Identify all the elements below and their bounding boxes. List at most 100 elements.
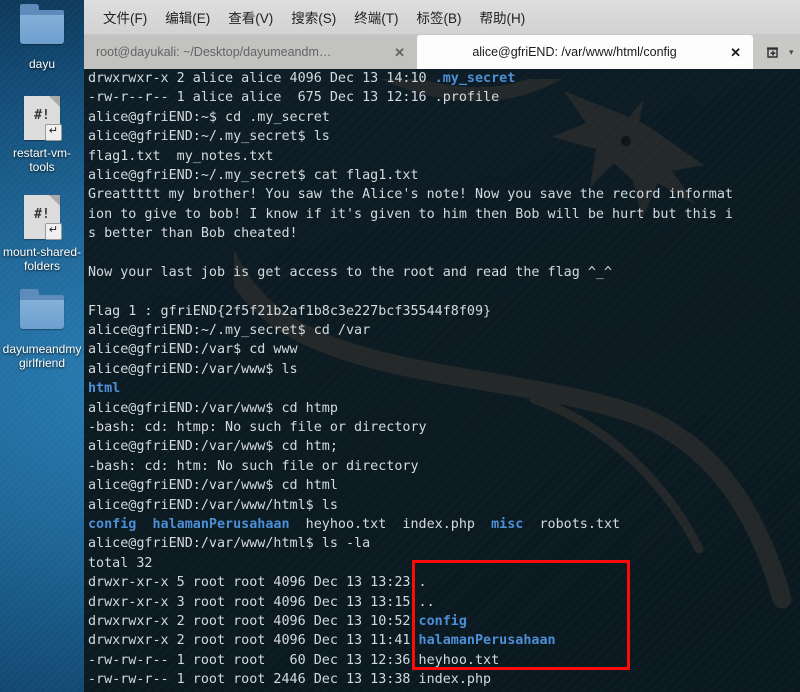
terminal-line: Flag 1 : gfriEND{2f5f21b2af1b8c3e227bcf3… xyxy=(88,302,800,321)
terminal-span: html xyxy=(88,381,121,397)
terminal-tab-0[interactable]: root@dayukali: ~/Desktop/dayumeandm… ✕ xyxy=(84,35,417,69)
menu-item-5[interactable]: 标签(B) xyxy=(408,5,471,29)
menu-bar: 文件(F) 编辑(E) 查看(V) 搜索(S) 终端(T) 标签(B) 帮助(H) xyxy=(84,0,800,34)
menu-item-4[interactable]: 终端(T) xyxy=(345,5,407,29)
terminal-line: alice@gfriEND:/var/www$ cd html xyxy=(88,476,800,495)
tab-title: alice@gfriEND: /var/www/html/config xyxy=(472,45,677,59)
script-file-shape: #! ↵ xyxy=(24,195,62,240)
terminal-span: alice@gfriEND:/var/www$ ls xyxy=(88,361,298,377)
terminal-span: alice@gfriEND:/var/www/html$ ls -la xyxy=(88,536,371,552)
terminal-span: alice@gfriEND:/var/www$ cd htmp xyxy=(88,400,338,416)
menu-item-2[interactable]: 查看(V) xyxy=(219,5,282,29)
desktop-icon-label: mount-shared-folders xyxy=(2,245,82,273)
terminal-line: drwxrwxr-x 2 root root 4096 Dec 13 11:41… xyxy=(88,631,800,650)
terminal-line: alice@gfriEND:/var/www/html$ ls -la xyxy=(88,534,800,553)
shell-script-icon: #! ↵ xyxy=(16,192,68,242)
desktop-icon-label: dayumeandmygirlfriend xyxy=(2,342,82,370)
terminal-span: -rw-rw-r-- 1 root root 2446 Dec 13 13:38… xyxy=(88,672,492,688)
terminal-span: s better than Bob cheated! xyxy=(88,226,298,242)
chevron-down-icon[interactable]: ▾ xyxy=(789,47,794,58)
terminal-span: halamanPerusahaan xyxy=(418,633,556,649)
terminal-line: alice@gfriEND:~/.my_secret$ cd /var xyxy=(88,321,800,340)
terminal-window: 文件(F) 编辑(E) 查看(V) 搜索(S) 终端(T) 标签(B) 帮助(H) root… xyxy=(84,0,800,692)
terminal-span: alice@gfriEND:/var/www$ cd htm; xyxy=(88,439,338,455)
menu-item-6[interactable]: 帮助(H) xyxy=(471,5,535,29)
desktop-icon-label: restart-vm-tools xyxy=(13,146,71,174)
desktop-icon-label: dayu xyxy=(28,57,56,71)
folder-icon xyxy=(16,4,68,54)
desktop-background: dayu #! ↵ restart-vm-tools #! ↵ mount-shared-f… xyxy=(0,0,800,692)
terminal-span: halamanPerusahaan xyxy=(152,516,290,532)
terminal-span: -rw-rw-r-- 1 root root 60 Dec 13 12:36 h… xyxy=(88,652,500,668)
folder-icon xyxy=(16,289,68,339)
terminal-line: alice@gfriEND:/var/www$ ls xyxy=(88,360,800,379)
terminal-line: alice@gfriEND:~/.my_secret$ cat flag1.tx… xyxy=(88,166,800,185)
terminal-span: ion to give to bob! I know if it's given… xyxy=(88,206,733,222)
terminal-line: drwxrwxr-x 2 root root 4096 Dec 13 10:52… xyxy=(88,612,800,631)
terminal-line: drwxr-xr-x 3 root root 4096 Dec 13 13:15… xyxy=(88,593,800,612)
close-icon[interactable]: ✕ xyxy=(730,46,741,59)
terminal-span xyxy=(136,517,152,532)
terminal-line: alice@gfriEND:~/.my_secret$ ls xyxy=(88,127,800,146)
hashbang-glyph: #! xyxy=(34,207,50,222)
terminal-span: config xyxy=(418,613,467,629)
terminal-line: html xyxy=(88,379,800,398)
terminal-line: alice@gfriEND:/var/www$ cd htm; xyxy=(88,437,800,456)
terminal-span: drwxr-xr-x 5 root root 4096 Dec 13 13:23… xyxy=(88,575,427,591)
terminal-span: drwxrwxr-x 2 alice alice 4096 Dec 13 14:… xyxy=(88,71,435,86)
desktop-icon-dayumeandmygirlfriend[interactable]: dayumeandmygirlfriend xyxy=(0,289,84,370)
terminal-span: -bash: cd: htmp: No such file or directo… xyxy=(88,420,427,436)
terminal-span: alice@gfriEND:~/.my_secret$ cd /var xyxy=(88,323,371,339)
terminal-line: alice@gfriEND:/var/www$ cd htmp xyxy=(88,399,800,418)
terminal-line: drwxr-xr-x 5 root root 4096 Dec 13 13:23… xyxy=(88,573,800,592)
menu-item-0[interactable]: 文件(F) xyxy=(94,5,156,29)
desktop-icon-restart-vm-tools[interactable]: #! ↵ restart-vm-tools xyxy=(0,93,84,174)
terminal-line: alice@gfriEND:~$ cd .my_secret xyxy=(88,108,800,127)
terminal-line: drwxrwxr-x 2 alice alice 4096 Dec 13 14:… xyxy=(88,69,800,88)
terminal-line: Greattttt my brother! You saw the Alice'… xyxy=(88,185,800,204)
desktop-icon-mount-shared-folders[interactable]: #! ↵ mount-shared-folders xyxy=(0,192,84,273)
terminal-span: robots.txt xyxy=(523,516,621,532)
terminal-span: misc xyxy=(491,516,524,532)
terminal-line: flag1.txt my_notes.txt xyxy=(88,147,800,166)
terminal-span: alice@gfriEND:~$ cd .my_secret xyxy=(88,109,330,125)
terminal-span: Flag 1 : gfriEND{2f5f21b2af1b8c3e227bcf3… xyxy=(88,303,492,319)
terminal-text: drwxrwxr-x 2 alice alice 4096 Dec 13 14:… xyxy=(88,69,800,692)
terminal-line: -rw-rw-r-- 1 root root 60 Dec 13 12:36 h… xyxy=(88,651,800,670)
terminal-span: drwxr-xr-x 3 root root 4096 Dec 13 13:15… xyxy=(88,594,435,610)
terminal-line: -bash: cd: htm: No such file or director… xyxy=(88,457,800,476)
terminal-span: alice@gfriEND:~/.my_secret$ ls xyxy=(88,129,330,145)
terminal-span: alice@gfriEND:/var/www/html$ ls xyxy=(88,497,338,513)
terminal-span: alice@gfriEND:~/.my_secret$ cat flag1.tx… xyxy=(88,167,419,183)
terminal-line: alice@gfriEND:/var$ cd www xyxy=(88,340,800,359)
terminal-tab-1[interactable]: alice@gfriEND: /var/www/html/config ✕ xyxy=(417,35,753,69)
new-tab-icon[interactable] xyxy=(761,41,783,63)
terminal-span: flag1.txt my_notes.txt xyxy=(88,148,274,164)
terminal-span: drwxrwxr-x 2 root root 4096 Dec 13 10:52 xyxy=(88,613,419,629)
menu-item-3[interactable]: 搜索(S) xyxy=(282,5,345,29)
terminal-line: -rw-r--r-- 1 alice alice 675 Dec 13 12:1… xyxy=(88,88,800,107)
terminal-span: alice@gfriEND:/var$ cd www xyxy=(88,342,298,358)
desktop-icon-column: dayu #! ↵ restart-vm-tools #! ↵ mount-shared-f… xyxy=(0,0,84,692)
tab-title: root@dayukali: ~/Desktop/dayumeandm… xyxy=(96,45,332,59)
script-file-shape: #! ↵ xyxy=(24,96,62,141)
terminal-line: total 32 xyxy=(88,554,800,573)
terminal-line: -rw-rw-r-- 1 root root 2446 Dec 13 13:38… xyxy=(88,670,800,689)
terminal-span: .my_secret xyxy=(434,71,516,86)
terminal-span: Now your last job is get access to the r… xyxy=(88,264,613,280)
terminal-line: Now your last job is get access to the r… xyxy=(88,263,800,282)
terminal-line: config halamanPerusahaan heyhoo.txt inde… xyxy=(88,515,800,534)
hashbang-glyph: #! xyxy=(34,108,50,123)
terminal-output-area[interactable]: drwxrwxr-x 2 alice alice 4096 Dec 13 14:… xyxy=(84,69,800,692)
terminal-span: alice@gfriEND:/var/www$ cd html xyxy=(88,478,338,494)
menu-item-1[interactable]: 编辑(E) xyxy=(156,5,219,29)
close-icon[interactable]: ✕ xyxy=(394,46,405,59)
tab-bar-right-controls: ▾ xyxy=(753,35,800,69)
folder-icon-shape xyxy=(20,4,64,44)
terminal-span: total 32 xyxy=(88,555,153,571)
terminal-span: -rw-r--r-- 1 alice alice 675 Dec 13 12:1… xyxy=(88,90,500,106)
terminal-span: drwxrwxr-x 2 root root 4096 Dec 13 11:41 xyxy=(88,633,419,649)
desktop-icon-dayu[interactable]: dayu xyxy=(0,4,84,71)
